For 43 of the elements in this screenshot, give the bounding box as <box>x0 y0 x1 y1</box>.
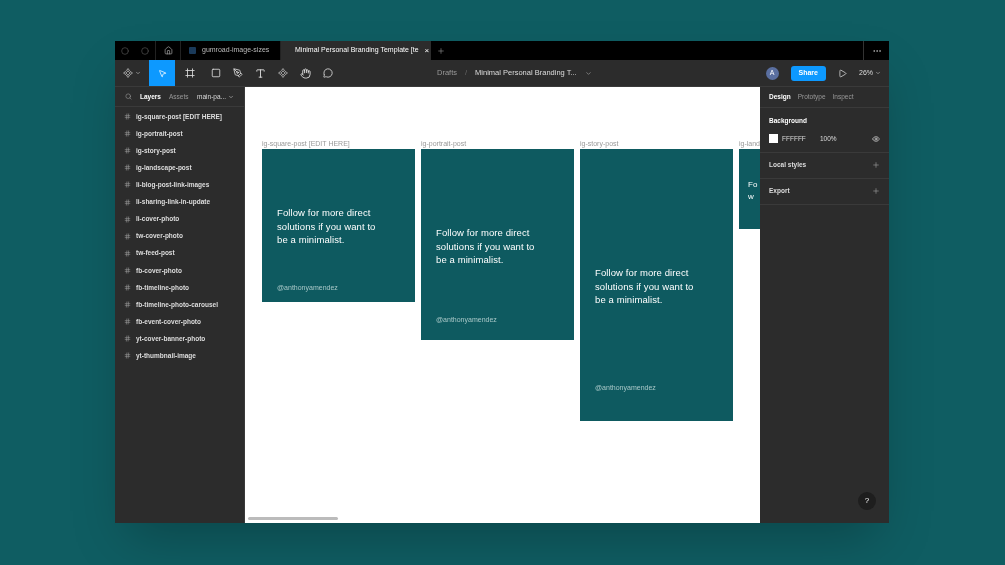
add-icon[interactable] <box>872 161 880 169</box>
hand-tool-icon[interactable] <box>300 67 311 79</box>
search-icon[interactable] <box>125 93 132 100</box>
frame-icon <box>124 266 131 274</box>
frame-icon <box>124 215 131 223</box>
frame-icon <box>124 198 131 206</box>
visibility-icon[interactable] <box>872 134 880 143</box>
frame-icon <box>124 301 131 309</box>
frame-icon <box>124 113 131 121</box>
frame-icon <box>124 352 131 360</box>
frame-icon <box>124 147 131 155</box>
new-tab-icon[interactable] <box>437 46 445 55</box>
frame-icon <box>124 318 131 326</box>
frame-icon <box>124 130 131 138</box>
home-icon[interactable] <box>163 46 173 55</box>
frame-icon <box>124 335 131 343</box>
comment-tool-icon[interactable] <box>323 68 333 78</box>
frame-icon <box>124 249 131 257</box>
caret-icon[interactable] <box>875 70 881 76</box>
pen-tool-icon[interactable] <box>233 68 243 78</box>
text-tool-icon[interactable] <box>255 67 266 79</box>
main-menu-icon[interactable] <box>123 68 133 78</box>
frame-icon <box>124 284 131 291</box>
quote-text: Fo w <box>748 179 758 203</box>
caret-icon[interactable] <box>228 93 234 100</box>
frame-icon <box>124 181 131 189</box>
quote-text: Follow for more direct solutions if you want to be a minimalist. <box>436 226 535 267</box>
frame-icon <box>124 164 131 172</box>
quote-text: Follow for more direct solutions if you want to be a minimalist. <box>277 206 376 247</box>
caret-icon[interactable] <box>584 69 592 77</box>
components-icon[interactable] <box>278 68 288 78</box>
add-icon[interactable] <box>872 187 880 195</box>
caret-icon[interactable] <box>135 70 141 76</box>
present-icon[interactable] <box>838 68 847 78</box>
close-icon[interactable]: × <box>424 44 430 57</box>
post-frame[interactable]: Fo w <box>739 149 760 229</box>
horizontal-scrollbar[interactable] <box>248 517 338 520</box>
color-swatch[interactable] <box>769 134 778 144</box>
frame-tool-icon[interactable] <box>185 68 195 78</box>
rectangle-tool-icon[interactable] <box>211 68 221 78</box>
frame-icon <box>124 232 131 240</box>
quote-text: Follow for more direct solutions if you want to be a minimalist. <box>595 266 694 307</box>
file-icon <box>189 47 196 54</box>
